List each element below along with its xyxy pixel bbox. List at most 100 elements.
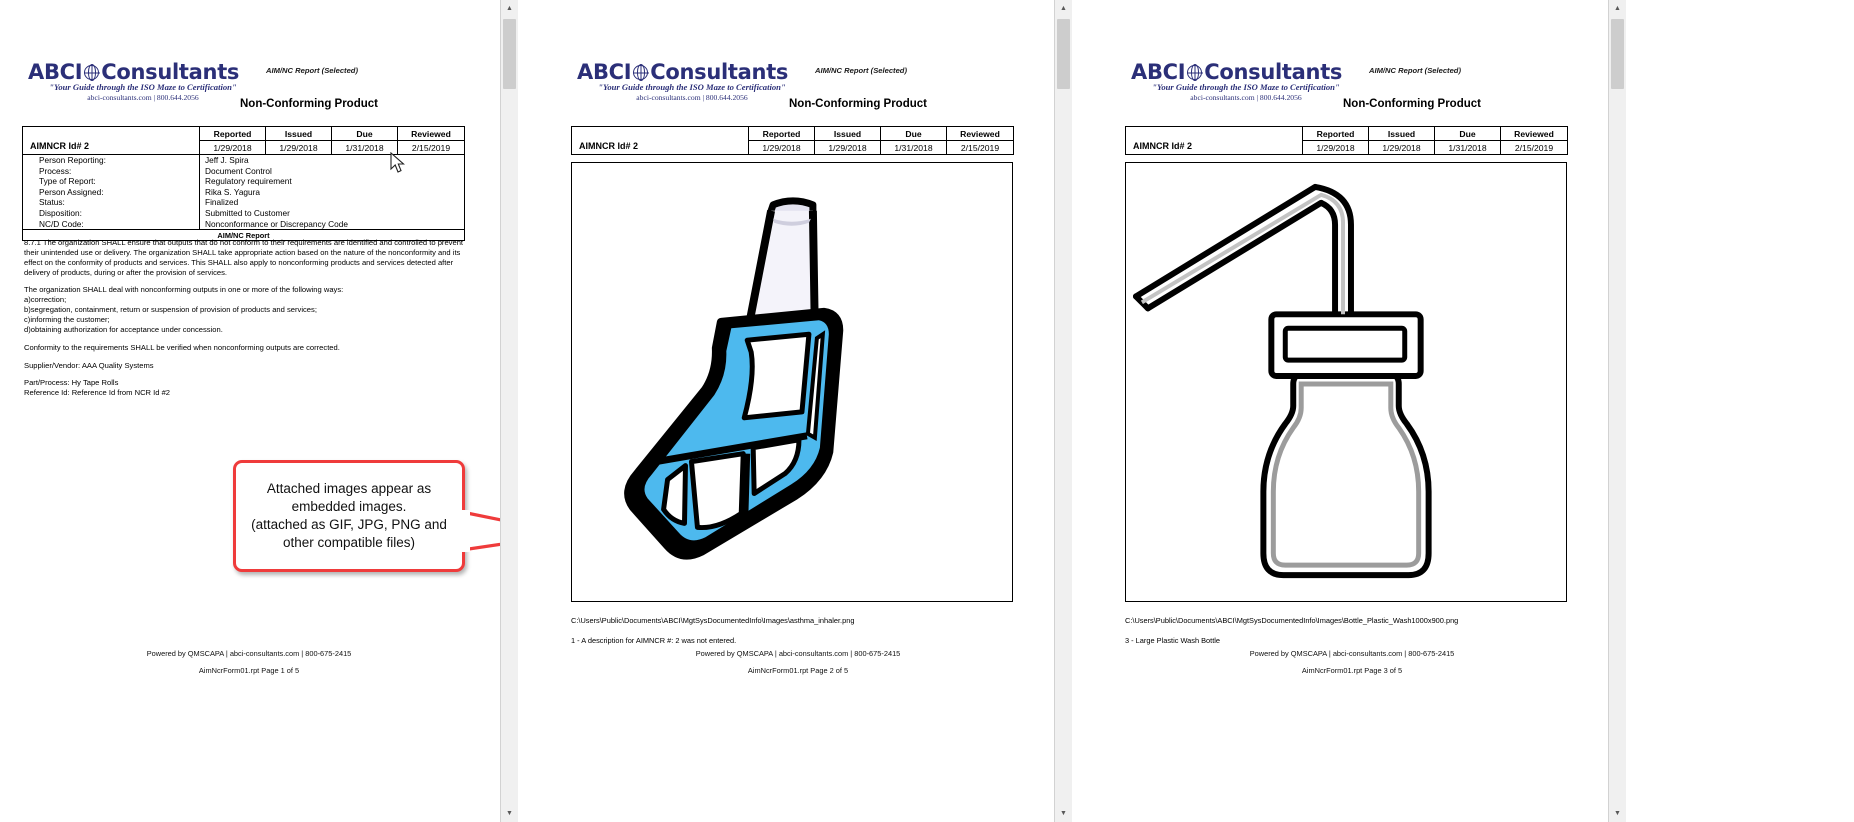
table-row: AIMNCR Id# 2 Reported Issued Due Reviewe… <box>571 126 1014 155</box>
brand-tagline: "Your Guide through the ISO Maze to Cert… <box>598 82 786 92</box>
brand-contact: abci-consultants.com | 800.644.2056 <box>1190 93 1302 102</box>
date-issued: 1/29/2018 <box>265 140 332 155</box>
scroll-up-icon[interactable]: ▲ <box>1055 0 1072 17</box>
page-pane-1: ABCI Consultants "Your Guide through the… <box>0 0 500 822</box>
logo-text-right: Consultants <box>101 60 240 84</box>
clause-para-1: 8.7.1 The organization SHALL ensure that… <box>24 238 464 277</box>
date-reported: 1/29/2018 <box>748 140 815 155</box>
date-reviewed: 2/15/2019 <box>397 140 465 155</box>
clause-list-item: b)segregation, containment, return or su… <box>24 305 317 315</box>
scrollbar-thumb[interactable] <box>1611 19 1624 89</box>
reference-id: Reference Id: Reference Id from NCR Id #… <box>24 388 171 398</box>
col-issued: Issued <box>1368 126 1435 141</box>
logo-wordmark: ABCI Consultants <box>1131 62 1361 83</box>
col-reviewed: Reviewed <box>397 126 465 141</box>
asthma-inhaler-image <box>624 197 844 560</box>
detail-value: Submitted to Customer <box>205 208 290 219</box>
col-due: Due <box>331 126 398 141</box>
part-process: Part/Process: Hy Tape Rolls <box>24 378 119 388</box>
image-description: 3 - Large Plastic Wash Bottle <box>1125 635 1221 645</box>
page-pane-2: ABCI Consultants "Your Guide through the… <box>531 0 1054 822</box>
report-kind-label: AIM/NC Report (Selected) <box>266 66 358 75</box>
date-due: 1/31/2018 <box>1434 140 1501 155</box>
logo-text-right: Consultants <box>650 60 789 84</box>
col-reviewed: Reviewed <box>946 126 1014 141</box>
detail-label: Type of Report: <box>39 176 96 187</box>
date-reviewed: 2/15/2019 <box>946 140 1014 155</box>
scroll-down-icon[interactable]: ▼ <box>1055 805 1072 822</box>
footer-page-number: AimNcrForm01.rpt Page 1 of 5 <box>198 666 300 675</box>
col-reported: Reported <box>199 126 266 141</box>
col-reviewed: Reviewed <box>1500 126 1568 141</box>
record-id: AIMNCR Id# 2 <box>1125 126 1303 155</box>
col-issued: Issued <box>265 126 332 141</box>
logo-text-left: ABCI <box>1131 60 1186 84</box>
date-reported: 1/29/2018 <box>199 140 266 155</box>
page-title: Non-Conforming Product <box>789 98 927 110</box>
detail-value: Regulatory requirement <box>205 176 292 187</box>
clause-list-item: c)informing the customer; <box>24 315 110 325</box>
logo-text-right: Consultants <box>1204 60 1343 84</box>
footer-page-number: AimNcrForm01.rpt Page 2 of 5 <box>747 666 849 675</box>
date-issued: 1/29/2018 <box>1368 140 1435 155</box>
brand-contact: abci-consultants.com | 800.644.2056 <box>87 93 199 102</box>
scroll-up-icon[interactable]: ▲ <box>501 0 518 17</box>
date-reported: 1/29/2018 <box>1302 140 1369 155</box>
report-kind-label: AIM/NC Report (Selected) <box>815 66 907 75</box>
detail-label: Process: <box>39 165 72 176</box>
col-due: Due <box>880 126 947 141</box>
scrollbar-thumb[interactable] <box>503 19 516 89</box>
callout-pointer-icon <box>458 510 500 552</box>
globe-icon <box>84 64 100 81</box>
clause-list-item: a)correction; <box>24 295 67 305</box>
callout-text: Attached images appear as embedded image… <box>251 481 447 550</box>
scroll-down-icon[interactable]: ▼ <box>501 805 518 822</box>
footer-powered: Powered by QMSCAPA | abci-consultants.co… <box>695 649 901 658</box>
scrollbar-pane-3[interactable]: ▲ ▼ <box>1608 0 1626 822</box>
date-due: 1/31/2018 <box>331 140 398 155</box>
col-due: Due <box>1434 126 1501 141</box>
detail-label: Disposition: <box>39 208 82 219</box>
attached-image-frame <box>571 162 1013 602</box>
scroll-down-icon[interactable]: ▼ <box>1609 805 1626 822</box>
scrollbar-pane-2[interactable]: ▲ ▼ <box>1054 0 1072 822</box>
table-row: AIMNCR Id# 2 Reported Issued Due Reviewe… <box>1125 126 1568 155</box>
page-title: Non-Conforming Product <box>240 98 378 110</box>
scroll-up-icon[interactable]: ▲ <box>1609 0 1626 17</box>
col-reported: Reported <box>748 126 815 141</box>
detail-value: Document Control <box>205 165 272 176</box>
footer-powered: Powered by QMSCAPA | abci-consultants.co… <box>146 649 352 658</box>
detail-label: NC/D Code: <box>39 218 84 229</box>
logo-wordmark: ABCI Consultants <box>28 62 258 83</box>
detail-label: Person Reporting: <box>39 155 106 165</box>
col-reported: Reported <box>1302 126 1369 141</box>
col-issued: Issued <box>814 126 881 141</box>
record-table: AIMNCR Id# 2 Reported Issued Due Reviewe… <box>22 126 465 242</box>
scrollbar-pane-1[interactable]: ▲ ▼ <box>500 0 518 822</box>
annotation-callout: Attached images appear as embedded image… <box>233 460 465 572</box>
brand-logo: ABCI Consultants "Your Guide through the… <box>28 62 258 103</box>
date-reviewed: 2/15/2019 <box>1500 140 1568 155</box>
detail-values: Jeff J. Spira Document Control Regulator… <box>199 153 465 231</box>
detail-value: Nonconformance or Discrepancy Code <box>205 218 348 229</box>
record-table: AIMNCR Id# 2 Reported Issued Due Reviewe… <box>1125 126 1568 155</box>
detail-label: Status: <box>39 197 65 208</box>
clause-para-3: Conformity to the requirements SHALL be … <box>24 342 340 352</box>
attached-image-frame <box>1125 162 1567 602</box>
pane-gutter <box>517 0 531 822</box>
clause-body: 8.7.1 The organization SHALL ensure that… <box>24 238 464 406</box>
globe-icon <box>633 64 649 81</box>
globe-icon <box>1187 64 1203 81</box>
logo-text-left: ABCI <box>28 60 83 84</box>
page-pane-3: ABCI Consultants "Your Guide through the… <box>1085 0 1608 822</box>
date-due: 1/31/2018 <box>880 140 947 155</box>
document-viewer: ABCI Consultants "Your Guide through the… <box>0 0 1854 822</box>
record-id: AIMNCR Id# 2 <box>571 126 749 155</box>
detail-value: Rika S. Yagura <box>205 186 261 197</box>
date-issued: 1/29/2018 <box>814 140 881 155</box>
detail-value: Jeff J. Spira <box>205 155 249 165</box>
detail-value: Finalized <box>205 197 239 208</box>
scrollbar-thumb[interactable] <box>1057 19 1070 89</box>
detail-label: Person Assigned: <box>39 186 104 197</box>
logo-wordmark: ABCI Consultants <box>577 62 807 83</box>
